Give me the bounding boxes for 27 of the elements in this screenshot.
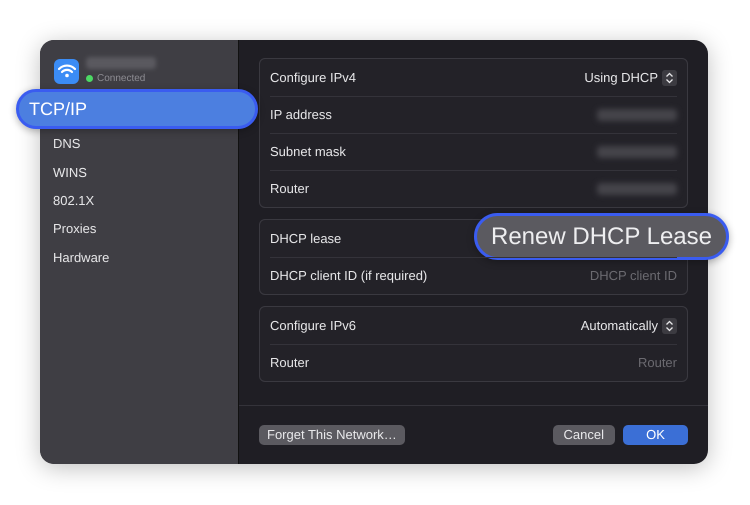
row-label: Configure IPv6 xyxy=(270,316,356,335)
input-field[interactable]: Router xyxy=(517,353,677,373)
row-label: IP address xyxy=(270,106,332,124)
row-label: Configure IPv4 xyxy=(270,68,356,87)
forget-network-button[interactable]: Forget This Network… xyxy=(259,425,405,445)
sidebar-item[interactable]: Hardware xyxy=(40,243,238,272)
sidebar-item[interactable]: 802.1X xyxy=(40,186,238,215)
popup-button[interactable]: Using DHCP xyxy=(584,68,677,88)
chevron-up-down-icon xyxy=(662,318,677,334)
input-field[interactable]: DHCP client ID xyxy=(517,266,677,286)
row-label: DHCP client ID (if required) xyxy=(270,267,428,286)
sidebar-item[interactable]: DNS xyxy=(40,130,238,158)
row-label: Subnet mask xyxy=(270,143,346,162)
cancel-button[interactable]: Cancel xyxy=(552,425,615,445)
renew-lease-button[interactable]: Renew DHCP Lease xyxy=(474,213,729,260)
row-label: Router xyxy=(270,354,310,372)
wifi-icon xyxy=(54,58,79,84)
sidebar-item[interactable]: WINS xyxy=(40,158,238,187)
sidebar-item[interactable]: TCP/IP xyxy=(16,89,258,129)
sidebar-item[interactable]: Proxies xyxy=(40,214,238,244)
row-label: DHCP lease xyxy=(270,230,342,248)
network-name-blurred xyxy=(86,56,156,68)
popup-button[interactable]: Automatically xyxy=(580,316,677,336)
ok-button[interactable]: OK xyxy=(623,425,688,445)
chevron-up-down-icon xyxy=(662,70,677,86)
status-text: Connected xyxy=(97,72,146,86)
row-label: Router xyxy=(270,180,310,198)
